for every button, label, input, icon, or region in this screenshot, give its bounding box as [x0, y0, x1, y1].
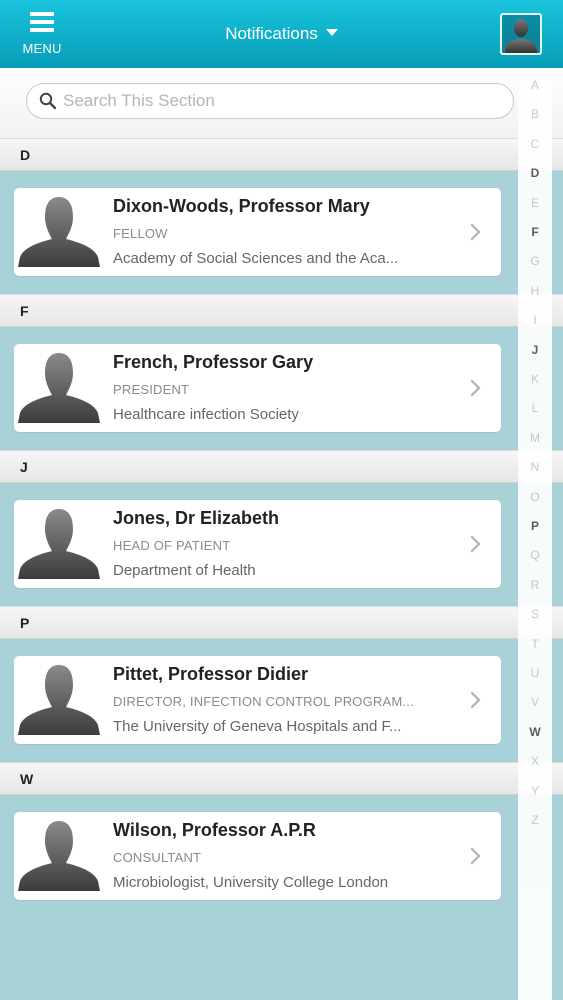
page-title: Notifications: [225, 24, 318, 43]
contact-role: HEAD OF PATIENT: [113, 538, 231, 553]
user-silhouette-icon: [505, 19, 537, 53]
index-letter-k[interactable]: K: [518, 372, 552, 386]
alphabet-index[interactable]: A B C D E F G H I J K L M N O P Q R S T U V W X Y Z: [518, 68, 552, 1000]
index-letter-h[interactable]: H: [518, 284, 552, 298]
section-header-f: F: [0, 294, 563, 327]
index-letter-g[interactable]: G: [518, 254, 552, 268]
chevron-right-icon: [470, 535, 481, 553]
contact-organisation: Academy of Social Sciences and the Aca..…: [113, 250, 399, 267]
person-silhouette-icon: [18, 353, 100, 423]
index-letter-a[interactable]: A: [518, 78, 552, 92]
index-letter-l[interactable]: L: [518, 401, 552, 415]
contact-card[interactable]: Wilson, Professor A.P.R CONSULTANT Micro…: [14, 812, 501, 900]
contact-organisation: Microbiologist, University College Londo…: [113, 874, 389, 891]
contact-role: PRESIDENT: [113, 382, 190, 397]
top-bar: MENU Notifications: [0, 0, 563, 68]
index-letter-y[interactable]: Y: [518, 784, 552, 798]
section-body: Jones, Dr Elizabeth HEAD OF PATIENT Depa…: [0, 483, 563, 606]
index-letter-z[interactable]: Z: [518, 813, 552, 827]
contact-organisation: Healthcare infection Society: [113, 406, 299, 423]
person-silhouette-icon: [18, 197, 100, 267]
contact-organisation: The University of Geneva Hospitals and F…: [113, 718, 402, 735]
contact-name: Wilson, Professor A.P.R: [113, 820, 316, 840]
index-letter-t[interactable]: T: [518, 637, 552, 651]
contact-organisation: Department of Health: [113, 562, 256, 579]
contact-card[interactable]: Pittet, Professor Didier DIRECTOR, INFEC…: [14, 656, 501, 744]
contact-list: D Dixon-Woods, Professor Mary FELLOW Aca…: [0, 138, 563, 918]
index-letter-x[interactable]: X: [518, 754, 552, 768]
chevron-right-icon: [470, 847, 481, 865]
search-bar: [0, 68, 563, 138]
index-letter-c[interactable]: C: [518, 137, 552, 151]
index-letter-v[interactable]: V: [518, 695, 552, 709]
search-icon: [39, 92, 57, 110]
section-header-w: W: [0, 762, 563, 795]
contact-role: CONSULTANT: [113, 850, 202, 865]
contact-role: DIRECTOR, INFECTION CONTROL PROGRAM...: [113, 694, 414, 709]
section-body: Pittet, Professor Didier DIRECTOR, INFEC…: [0, 639, 563, 762]
section-body: Dixon-Woods, Professor Mary FELLOW Acade…: [0, 171, 563, 294]
section-header-p: P: [0, 606, 563, 639]
section-header-d: D: [0, 138, 563, 171]
contact-card[interactable]: French, Professor Gary PRESIDENT Healthc…: [14, 344, 501, 432]
index-letter-q[interactable]: Q: [518, 548, 552, 562]
contact-card[interactable]: Dixon-Woods, Professor Mary FELLOW Acade…: [14, 188, 501, 276]
index-letter-u[interactable]: U: [518, 666, 552, 680]
contact-name: Jones, Dr Elizabeth: [113, 508, 280, 528]
index-letter-n[interactable]: N: [518, 460, 552, 474]
profile-avatar-button[interactable]: [500, 13, 542, 55]
index-letter-s[interactable]: S: [518, 607, 552, 621]
chevron-right-icon: [470, 223, 481, 241]
index-letter-w[interactable]: W: [518, 725, 552, 739]
search-input[interactable]: [63, 91, 483, 111]
chevron-right-icon: [470, 379, 481, 397]
index-letter-e[interactable]: E: [518, 196, 552, 210]
index-letter-d[interactable]: D: [518, 166, 552, 180]
index-letter-o[interactable]: O: [518, 490, 552, 504]
contact-name: Dixon-Woods, Professor Mary: [113, 196, 370, 216]
index-letter-m[interactable]: M: [518, 431, 552, 445]
index-letter-f[interactable]: F: [518, 225, 552, 239]
person-silhouette-icon: [18, 665, 100, 735]
section-header-j: J: [0, 450, 563, 483]
notifications-dropdown[interactable]: Notifications: [0, 24, 563, 44]
contact-name: Pittet, Professor Didier: [113, 664, 309, 684]
index-letter-j[interactable]: J: [518, 343, 552, 357]
caret-down-icon: [325, 29, 338, 36]
contact-role: FELLOW: [113, 226, 168, 241]
contact-card[interactable]: Jones, Dr Elizabeth HEAD OF PATIENT Depa…: [14, 500, 501, 588]
index-letter-b[interactable]: B: [518, 107, 552, 121]
person-silhouette-icon: [18, 821, 100, 891]
section-body: French, Professor Gary PRESIDENT Healthc…: [0, 327, 563, 450]
chevron-right-icon: [470, 691, 481, 709]
contact-name: French, Professor Gary: [113, 352, 314, 372]
section-body: Wilson, Professor A.P.R CONSULTANT Micro…: [0, 795, 563, 918]
index-letter-r[interactable]: R: [518, 578, 552, 592]
index-letter-i[interactable]: I: [518, 313, 552, 327]
person-silhouette-icon: [18, 509, 100, 579]
index-letter-p[interactable]: P: [518, 519, 552, 533]
search-field[interactable]: [26, 83, 514, 119]
